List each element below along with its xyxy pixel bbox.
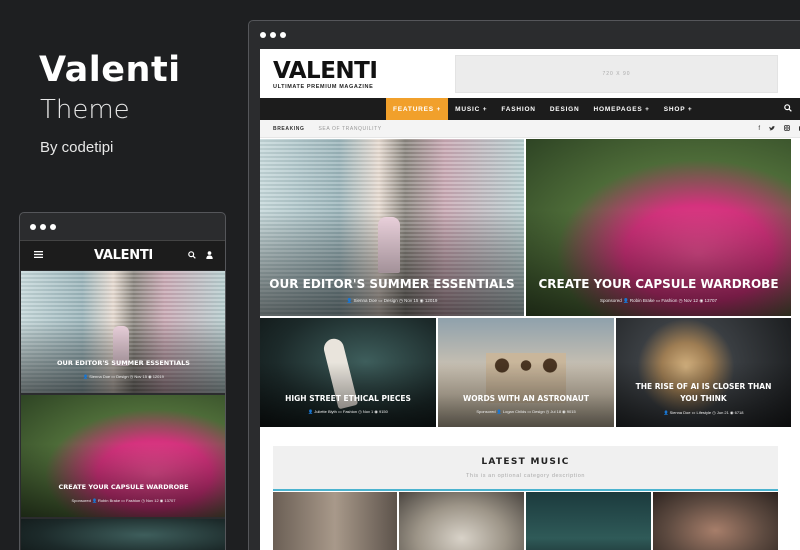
post-meta: Sponsored 👤 Logan Childs ▭ Design ◷ Jul …: [476, 409, 576, 414]
site-logo[interactable]: VALENTI ULTIMATE PREMIUM MAGAZINE: [273, 58, 378, 91]
window-controls: [20, 213, 225, 240]
music-post-thumbnail[interactable]: [399, 492, 524, 550]
window-dot-icon: [260, 31, 266, 38]
hero-author: By codetipi: [40, 139, 114, 156]
window-dot-icon: [30, 223, 36, 230]
post-title[interactable]: HIGH STREET ETHICAL PIECES: [260, 394, 436, 403]
music-post-thumbnail[interactable]: [526, 492, 651, 550]
mobile-post-card[interactable]: [21, 519, 225, 550]
music-post-thumbnail[interactable]: [273, 492, 397, 550]
post-title[interactable]: OUR EDITOR'S SUMMER ESSENTIALS: [260, 277, 524, 291]
post-card[interactable]: HIGH STREET ETHICAL PIECES 👤 Juliette Bl…: [260, 318, 436, 427]
section-title[interactable]: LATEST MUSIC: [273, 457, 778, 467]
featured-post-card[interactable]: OUR EDITOR'S SUMMER ESSENTIALS 👤 Sienna …: [260, 139, 524, 316]
post-meta: 👤 Sienna Doe ▭ Design ◷ Nov 15 ◉ 12019: [83, 374, 164, 379]
mobile-post-card[interactable]: OUR EDITOR'S SUMMER ESSENTIALS 👤 Sienna …: [21, 271, 225, 393]
window-dot-icon: [280, 31, 286, 38]
nav-item-music[interactable]: MUSIC +: [448, 98, 494, 120]
social-links: f: [758, 120, 800, 138]
twitter-icon[interactable]: [769, 125, 775, 133]
post-title[interactable]: CREATE YOUR CAPSULE WARDROBE: [21, 483, 225, 491]
window-dot-icon: [40, 223, 46, 230]
search-icon[interactable]: [188, 251, 196, 261]
post-title[interactable]: THE RISE OF AI IS CLOSER THAN YOU THINK: [616, 381, 791, 405]
desktop-browser-window: VALENTI ULTIMATE PREMIUM MAGAZINE 720 X …: [248, 20, 800, 550]
breaking-news-bar: BREAKING SEA OF TRANQUILITY f: [260, 120, 800, 138]
search-icon[interactable]: [784, 104, 792, 114]
mobile-browser-window: VALENTI OUR EDITOR'S SUMMER ESSENTIALS 👤…: [19, 212, 226, 550]
post-card[interactable]: THE RISE OF AI IS CLOSER THAN YOU THINK …: [616, 318, 791, 427]
main-navigation: FEATURES + MUSIC + FASHION DESIGN HOMEPA…: [260, 98, 800, 120]
logo-text: VALENTI: [273, 58, 378, 84]
post-meta: Sponsored 👤 Robin Brake ▭ Fashion ◷ Nov …: [71, 498, 176, 503]
window-dot-icon: [50, 223, 56, 230]
music-post-thumbnail[interactable]: [653, 492, 778, 550]
post-card[interactable]: WORDS WITH AN ASTRONAUT Sponsored 👤 Loga…: [438, 318, 614, 427]
user-icon[interactable]: [206, 251, 213, 261]
logo-tagline: ULTIMATE PREMIUM MAGAZINE: [273, 84, 374, 90]
window-dot-icon: [270, 31, 276, 38]
post-meta: 👤 Sienna Doe ▭ Design ◷ Nov 15 ◉ 12019: [346, 298, 438, 303]
facebook-icon[interactable]: f: [758, 126, 760, 132]
nav-item-homepages[interactable]: HOMEPAGES +: [587, 98, 657, 120]
window-controls: [249, 21, 800, 48]
nav-item-shop[interactable]: SHOP +: [657, 98, 700, 120]
nav-item-fashion[interactable]: FASHION: [494, 98, 543, 120]
hero-title: Valenti: [39, 50, 181, 90]
breaking-headline[interactable]: SEA OF TRANQUILITY: [318, 126, 381, 132]
post-title[interactable]: CREATE YOUR CAPSULE WARDROBE: [526, 277, 791, 291]
post-meta: 👤 Juliette Blyth ▭ Fashion ◷ Nov 1 ◉ 915…: [308, 409, 388, 414]
post-meta: Sponsored 👤 Robin Brake ▭ Fashion ◷ Nov …: [599, 298, 718, 303]
ad-banner[interactable]: 720 X 90: [455, 55, 778, 93]
post-title[interactable]: WORDS WITH AN ASTRONAUT: [438, 394, 614, 403]
latest-music-section-header: LATEST MUSIC This is an optional categor…: [273, 446, 778, 491]
hero-subtitle: Theme: [40, 95, 130, 125]
mobile-header: VALENTI: [20, 240, 225, 270]
mobile-post-card[interactable]: CREATE YOUR CAPSULE WARDROBE Sponsored 👤…: [21, 395, 225, 517]
post-meta: 👤 Sienna Doe ▭ Lifestyle ◷ Jun 21 ◉ 6718: [663, 410, 744, 415]
nav-item-design[interactable]: DESIGN: [543, 98, 587, 120]
section-description: This is an optional category description: [465, 473, 586, 479]
desktop-page: VALENTI ULTIMATE PREMIUM MAGAZINE 720 X …: [260, 49, 800, 550]
post-title[interactable]: OUR EDITOR'S SUMMER ESSENTIALS: [21, 359, 225, 367]
featured-post-card[interactable]: CREATE YOUR CAPSULE WARDROBE Sponsored 👤…: [526, 139, 791, 316]
breaking-label: BREAKING: [273, 125, 305, 132]
instagram-icon[interactable]: [784, 125, 790, 133]
nav-item-features[interactable]: FEATURES +: [386, 98, 449, 120]
